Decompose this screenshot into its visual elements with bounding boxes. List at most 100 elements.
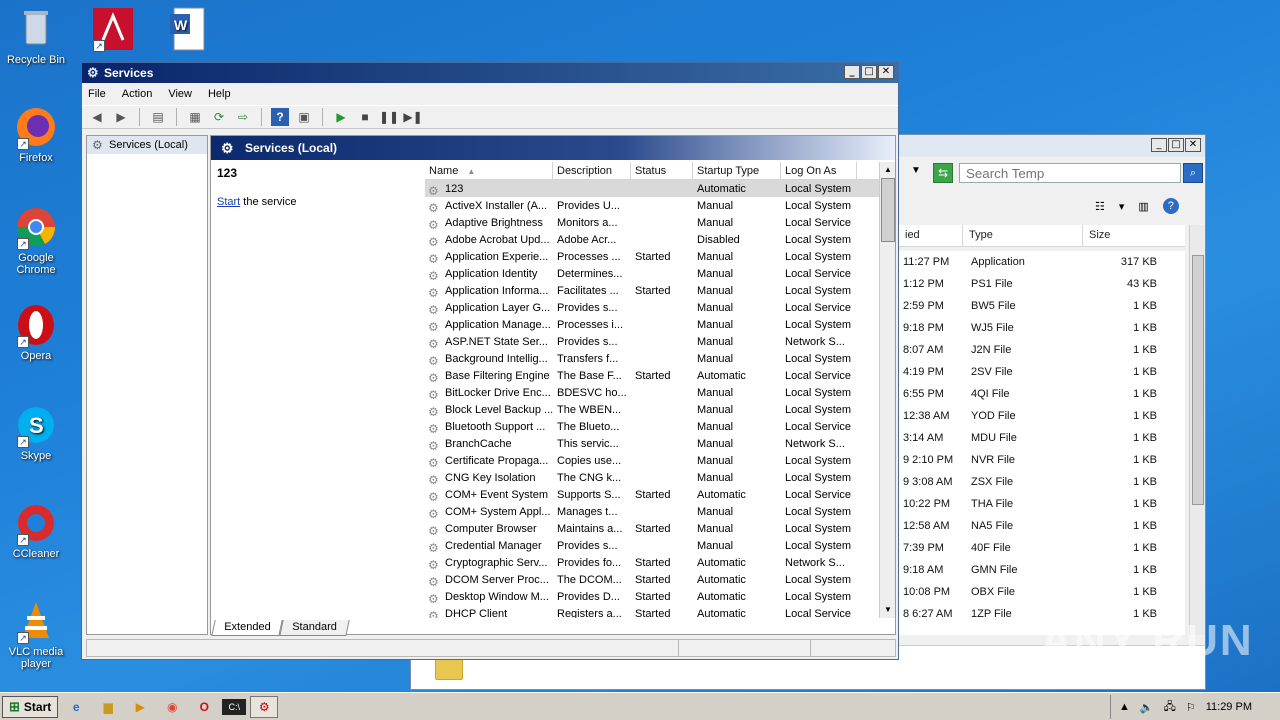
tab-extended[interactable]: Extended: [211, 620, 284, 636]
service-row[interactable]: ⚙ Block Level Backup ... The WBEN... Manual…: [425, 401, 881, 418]
scroll-down-icon[interactable]: ▼: [881, 603, 895, 617]
search-icon[interactable]: ⌕: [1183, 163, 1203, 183]
file-row[interactable]: 6:55 PM 4QI File 1 KB: [899, 383, 1185, 405]
service-row[interactable]: ⚙ COM+ Event System Supports S... Started Au…: [425, 486, 881, 503]
services-taskbar-icon[interactable]: ⚙: [250, 695, 279, 718]
minimize-button[interactable]: _: [844, 65, 860, 79]
column-log-on-as[interactable]: Log On As: [781, 162, 857, 179]
service-row[interactable]: ⚙ Background Intellig... Transfers f... Man…: [425, 350, 881, 367]
desktop-icon-recycle-bin[interactable]: Recycle Bin: [1, 6, 71, 66]
chevron-down-icon[interactable]: ▼: [911, 165, 921, 176]
chrome-taskbar-icon[interactable]: ◉: [158, 696, 186, 718]
service-row[interactable]: ⚙ Application Manage... Processes i... Manu…: [425, 316, 881, 333]
service-row[interactable]: ⚙ ASP.NET State Ser... Provides s... Manual…: [425, 333, 881, 350]
tab-standard[interactable]: Standard: [279, 620, 350, 636]
service-row[interactable]: ⚙ Computer Browser Maintains a... Started Ma…: [425, 520, 881, 537]
view-options-icon[interactable]: ☷: [1095, 200, 1105, 213]
desktop-icon-acrobat[interactable]: ↗: [77, 6, 147, 54]
file-row[interactable]: 9:18 PM WJ5 File 1 KB: [899, 317, 1185, 339]
column-size[interactable]: Size: [1083, 225, 1163, 246]
restart-service-icon[interactable]: ▶❚: [403, 108, 422, 126]
service-row[interactable]: ⚙ Certificate Propaga... Copies use... Manu…: [425, 452, 881, 469]
command-prompt-icon[interactable]: C:\: [222, 698, 247, 715]
service-row[interactable]: ⚙ DHCP Client Registers a... Started Automat…: [425, 605, 881, 619]
column-name[interactable]: Name ▲: [425, 162, 553, 179]
explorer-scrollbar[interactable]: [1189, 225, 1205, 635]
menu-action[interactable]: Action: [122, 88, 153, 100]
properties-icon[interactable]: ▦: [186, 108, 204, 126]
desktop-icon-vlc[interactable]: ↗ VLC media player: [1, 598, 71, 670]
close-button[interactable]: ✕: [878, 65, 894, 79]
service-row[interactable]: ⚙ COM+ System Appl... Manages t... Manual Lo…: [425, 503, 881, 520]
column-date-modified[interactable]: ied: [899, 225, 963, 246]
file-row[interactable]: 11:27 PM Application 317 KB: [899, 251, 1185, 273]
column-type[interactable]: Type: [963, 225, 1083, 246]
file-row[interactable]: 10:22 PM THA File 1 KB: [899, 493, 1185, 515]
scroll-up-icon[interactable]: ▲: [881, 163, 895, 177]
file-explorer-icon[interactable]: ▆: [94, 696, 122, 718]
file-row[interactable]: 10:08 PM OBX File 1 KB: [899, 581, 1185, 603]
desktop-icon-firefox[interactable]: ↗ Firefox: [1, 104, 71, 164]
back-arrow-icon[interactable]: ◀: [88, 108, 106, 126]
services-scrollbar[interactable]: ▲ ▼: [879, 162, 895, 618]
internet-explorer-icon[interactable]: e: [62, 696, 90, 718]
scrollbar-thumb[interactable]: [1192, 255, 1204, 505]
service-row[interactable]: ⚙ Application Layer G... Provides s... Manu…: [425, 299, 881, 316]
service-row[interactable]: ⚙ DCOM Server Proc... The DCOM... Started Au…: [425, 571, 881, 588]
file-row[interactable]: 3:14 AM MDU File 1 KB: [899, 427, 1185, 449]
refresh-icon[interactable]: ⟳: [210, 108, 228, 126]
service-row[interactable]: ⚙ Credential Manager Provides s... Manual Lo…: [425, 537, 881, 554]
stop-service-icon[interactable]: ■: [356, 108, 374, 126]
start-button[interactable]: ⊞ Start: [2, 695, 59, 718]
file-row[interactable]: 7:39 PM 40F File 1 KB: [899, 537, 1185, 559]
service-row[interactable]: ⚙ Adaptive Brightness Monitors a... Manual L…: [425, 214, 881, 231]
volume-icon[interactable]: 🔈: [1140, 701, 1154, 714]
file-row[interactable]: 8:07 AM J2N File 1 KB: [899, 339, 1185, 361]
file-row[interactable]: 9:18 AM GMN File 1 KB: [899, 559, 1185, 581]
services-window[interactable]: ⚙ Services _ □ ✕ File Action View Help ◀…: [81, 62, 899, 660]
file-row[interactable]: 12:38 AM YOD File 1 KB: [899, 405, 1185, 427]
file-row[interactable]: 9 2:10 PM NVR File 1 KB: [899, 449, 1185, 471]
pause-service-icon[interactable]: ❚❚: [379, 108, 399, 126]
file-row[interactable]: 1:12 PM PS1 File 43 KB: [899, 273, 1185, 295]
file-row[interactable]: 12:58 AM NA5 File 1 KB: [899, 515, 1185, 537]
action-center-flag-icon[interactable]: ⚐: [1186, 701, 1196, 714]
menu-help[interactable]: Help: [208, 88, 231, 100]
service-row[interactable]: ⚙ 123 Automatic Local System: [425, 180, 881, 197]
search-input[interactable]: [959, 163, 1181, 183]
column-status[interactable]: Status: [631, 162, 693, 179]
scrollbar-thumb[interactable]: [881, 178, 895, 242]
tray-expand-icon[interactable]: ▲: [1119, 701, 1130, 713]
service-row[interactable]: ⚙ Cryptographic Serv... Provides fo... Star…: [425, 554, 881, 571]
help-icon[interactable]: ?: [271, 108, 289, 126]
console-icon[interactable]: ▣: [295, 108, 313, 126]
preview-pane-icon[interactable]: ▥: [1138, 200, 1148, 213]
service-row[interactable]: ⚙ Base Filtering Engine The Base F... Start…: [425, 367, 881, 384]
show-hide-tree-icon[interactable]: ▤: [149, 108, 167, 126]
column-description[interactable]: Description: [553, 162, 631, 179]
file-row[interactable]: 2:59 PM BW5 File 1 KB: [899, 295, 1185, 317]
desktop-icon-word[interactable]: W: [152, 6, 222, 54]
opera-taskbar-icon[interactable]: O: [190, 696, 218, 718]
chevron-down-icon[interactable]: ▾: [1119, 200, 1125, 213]
desktop-icon-opera[interactable]: ↗ Opera: [1, 302, 71, 362]
forward-arrow-icon[interactable]: ▶: [112, 108, 130, 126]
export-list-icon[interactable]: ⇨: [234, 108, 252, 126]
service-row[interactable]: ⚙ Application Informa... Facilitates ... St…: [425, 282, 881, 299]
menu-file[interactable]: File: [88, 88, 106, 100]
service-row[interactable]: ⚙ BitLocker Drive Enc... BDESVC ho... Manua…: [425, 384, 881, 401]
tree-item-services-local[interactable]: ⚙ Services (Local): [87, 136, 207, 154]
desktop-icon-skype[interactable]: S ↗ Skype: [1, 402, 71, 462]
file-row[interactable]: 9 3:08 AM ZSX File 1 KB: [899, 471, 1185, 493]
start-service-link[interactable]: Start: [217, 196, 240, 208]
service-row[interactable]: ⚙ Application Experie... Processes ... Star…: [425, 248, 881, 265]
services-titlebar[interactable]: ⚙ Services _ □ ✕: [82, 63, 898, 83]
service-row[interactable]: ⚙ CNG Key Isolation The CNG k... Manual Loca…: [425, 469, 881, 486]
service-row[interactable]: ⚙ Application Identity Determines... Manual…: [425, 265, 881, 282]
service-row[interactable]: ⚙ ActiveX Installer (A... Provides U... Man…: [425, 197, 881, 214]
network-icon[interactable]: 🖧: [1164, 698, 1176, 717]
refresh-button[interactable]: ⇆: [933, 163, 953, 183]
menu-view[interactable]: View: [168, 88, 192, 100]
column-startup-type[interactable]: Startup Type: [693, 162, 781, 179]
help-icon[interactable]: ?: [1162, 198, 1179, 214]
